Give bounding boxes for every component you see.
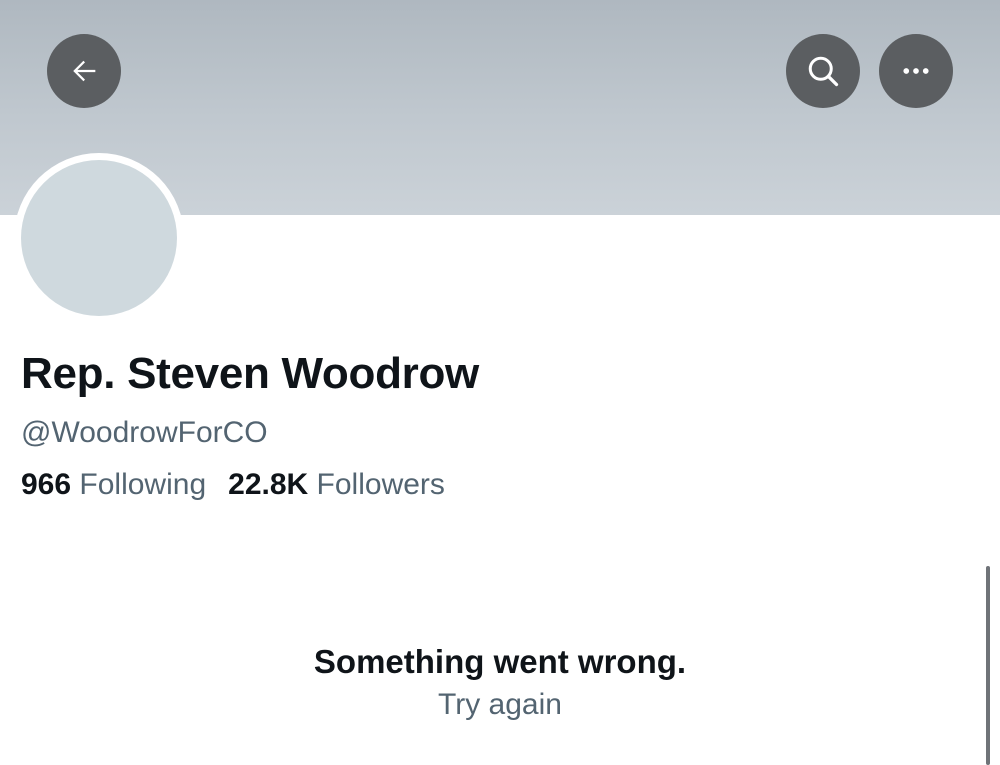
followers-link[interactable]: 22.8K Followers: [228, 464, 445, 506]
profile-avatar[interactable]: [14, 153, 184, 323]
display-name: Rep. Steven Woodrow: [21, 349, 479, 398]
error-state: Something went wrong. Try again: [0, 640, 1000, 726]
arrow-left-icon: [67, 54, 101, 88]
profile-stats: 966 Following 22.8K Followers: [21, 464, 445, 506]
search-button[interactable]: [786, 34, 860, 108]
followers-count: 22.8K: [228, 468, 309, 501]
following-count: 966: [21, 468, 72, 501]
avatar-placeholder: [21, 160, 177, 316]
following-link[interactable]: 966 Following: [21, 464, 206, 506]
more-horizontal-icon: [898, 53, 934, 89]
more-options-button[interactable]: [879, 34, 953, 108]
try-again-button[interactable]: Try again: [438, 684, 562, 726]
error-message: Something went wrong.: [313, 643, 687, 680]
scrollbar[interactable]: [986, 566, 990, 765]
search-icon: [805, 53, 841, 89]
following-label: Following: [79, 468, 207, 501]
followers-label: Followers: [316, 468, 445, 501]
back-button[interactable]: [47, 34, 121, 108]
user-handle: @WoodrowForCO: [21, 416, 268, 449]
